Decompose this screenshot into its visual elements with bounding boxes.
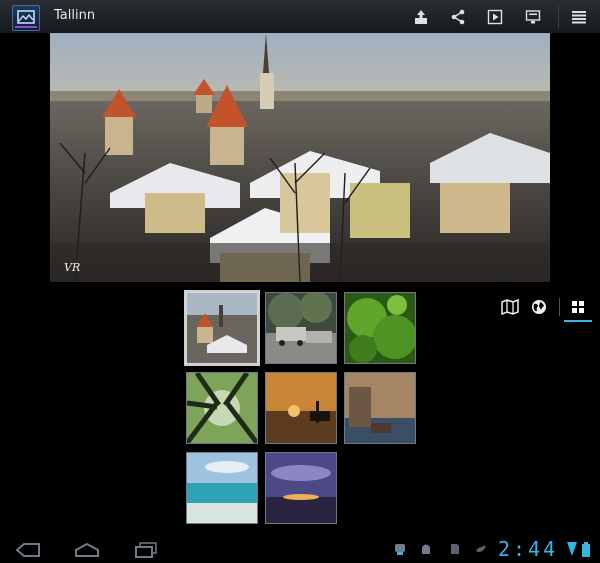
map-view-icon[interactable] (499, 296, 521, 318)
grid-view-icon[interactable] (567, 296, 589, 318)
thumbnail-town[interactable] (186, 292, 258, 364)
back-icon[interactable] (14, 540, 42, 560)
gallery-app-icon[interactable] (12, 5, 40, 31)
svg-text:VR: VR (64, 261, 80, 274)
wifi-icon (566, 541, 578, 557)
android-icon[interactable] (418, 541, 434, 557)
thumbnail-forest[interactable] (186, 372, 258, 444)
thumbnail-sunset-ship[interactable] (265, 372, 337, 444)
usb-debug-icon[interactable] (392, 541, 408, 557)
share-icon[interactable] (445, 4, 471, 30)
home-icon[interactable] (72, 540, 102, 560)
clock: 2:44 (498, 537, 559, 561)
album-title: Tallinn (54, 8, 96, 23)
featured-photo[interactable]: VR (50, 33, 550, 282)
share-upload-icon[interactable] (408, 4, 434, 30)
view-switch-divider (559, 298, 560, 316)
twitter-icon[interactable] (474, 541, 488, 557)
thumbnail-cars[interactable] (265, 292, 337, 364)
thumbnail-beach[interactable] (186, 452, 258, 524)
thumbnail-purple-sky[interactable] (265, 452, 337, 524)
sd-card-icon[interactable] (448, 541, 462, 557)
menu-icon[interactable] (566, 4, 592, 30)
active-view-indicator (564, 320, 592, 322)
thumbnail-tower[interactable] (344, 372, 416, 444)
slideshow-icon[interactable] (482, 4, 508, 30)
recent-apps-icon[interactable] (132, 540, 160, 560)
action-bar-divider (558, 5, 559, 28)
globe-icon[interactable] (528, 296, 550, 318)
thumbnail-moss[interactable] (344, 292, 416, 364)
details-icon[interactable] (520, 4, 546, 30)
battery-icon (581, 541, 591, 557)
